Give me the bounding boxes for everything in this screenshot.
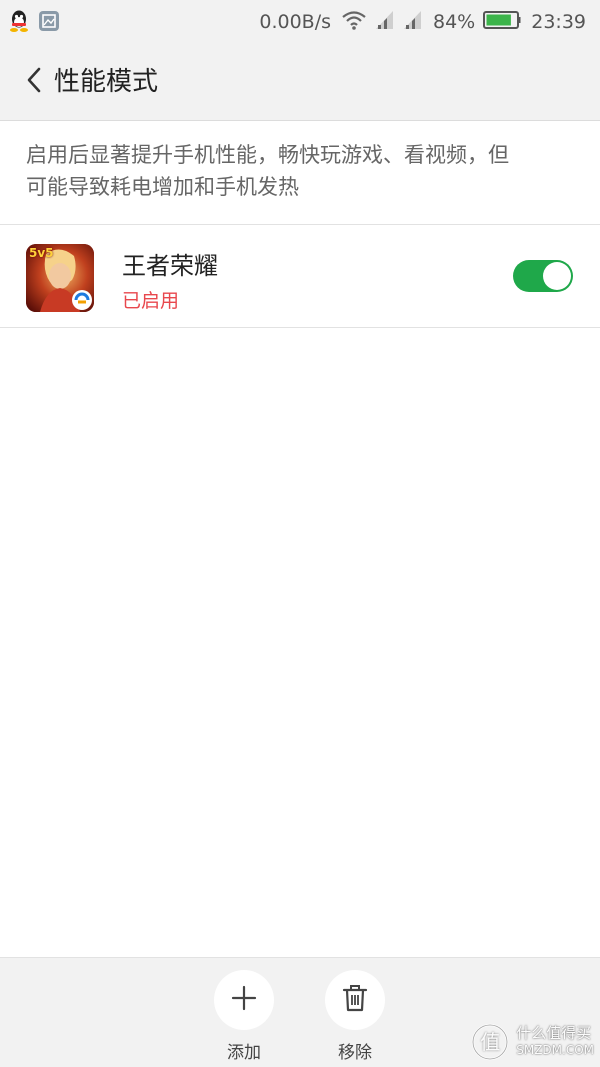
remove-label: 移除 <box>338 1043 372 1063</box>
status-bar: 0.00B/s 84% 23:39 <box>0 0 600 44</box>
watermark: 值 什么值得买 SMZDM.COM <box>470 1022 594 1062</box>
battery-percent: 84% <box>433 11 476 33</box>
app-badge: 5v5 <box>29 246 54 260</box>
app-icon: 5v5 <box>26 244 94 312</box>
wifi-icon <box>341 10 367 35</box>
chevron-left-icon <box>25 67 43 97</box>
toggle-knob <box>543 262 571 290</box>
clock: 23:39 <box>531 11 586 33</box>
battery-icon <box>483 10 521 35</box>
watermark-line-1: 什么值得买 <box>516 1024 592 1042</box>
watermark-glyph: 值 <box>480 1030 501 1054</box>
status-indicators: 0.00B/s 84% 23:39 <box>255 0 590 44</box>
network-speed: 0.00B/s <box>259 11 331 33</box>
signal-icon <box>403 10 423 35</box>
qq-icon <box>8 9 30 37</box>
list-item[interactable]: 5v5 王者荣耀 已启用 <box>0 226 600 328</box>
watermark-logo: 值 <box>470 1022 510 1062</box>
description-line-2: 可能导致耗电增加和手机发热 <box>26 175 299 199</box>
plus-icon <box>231 985 257 1015</box>
add-button[interactable]: 添加 <box>204 970 284 1063</box>
remove-circle <box>325 970 385 1030</box>
notification-icons <box>8 9 60 37</box>
description-line-1: 启用后显著提升手机性能，畅快玩游戏、看视频，但 <box>26 143 509 167</box>
app-name: 王者荣耀 <box>122 252 218 280</box>
watermark-text: 什么值得买 SMZDM.COM <box>516 1025 594 1059</box>
watermark-line-2: SMZDM.COM <box>516 1043 594 1057</box>
trash-icon <box>342 984 368 1016</box>
add-label: 添加 <box>227 1043 261 1063</box>
add-circle <box>214 970 274 1030</box>
photo-notification-icon <box>38 10 60 36</box>
performance-toggle[interactable] <box>513 260 573 292</box>
remove-button[interactable]: 移除 <box>315 970 395 1063</box>
bottom-bar: 添加 移除 值 什么值得买 SMZDM.COM <box>0 957 600 1067</box>
back-button[interactable] <box>14 62 54 102</box>
description: 启用后显著提升手机性能，畅快玩游戏、看视频，但 可能导致耗电增加和手机发热 <box>0 121 600 225</box>
page-title: 性能模式 <box>54 67 159 97</box>
signal-icon <box>375 10 395 35</box>
title-bar: 性能模式 <box>0 44 600 121</box>
app-status: 已启用 <box>122 290 180 312</box>
